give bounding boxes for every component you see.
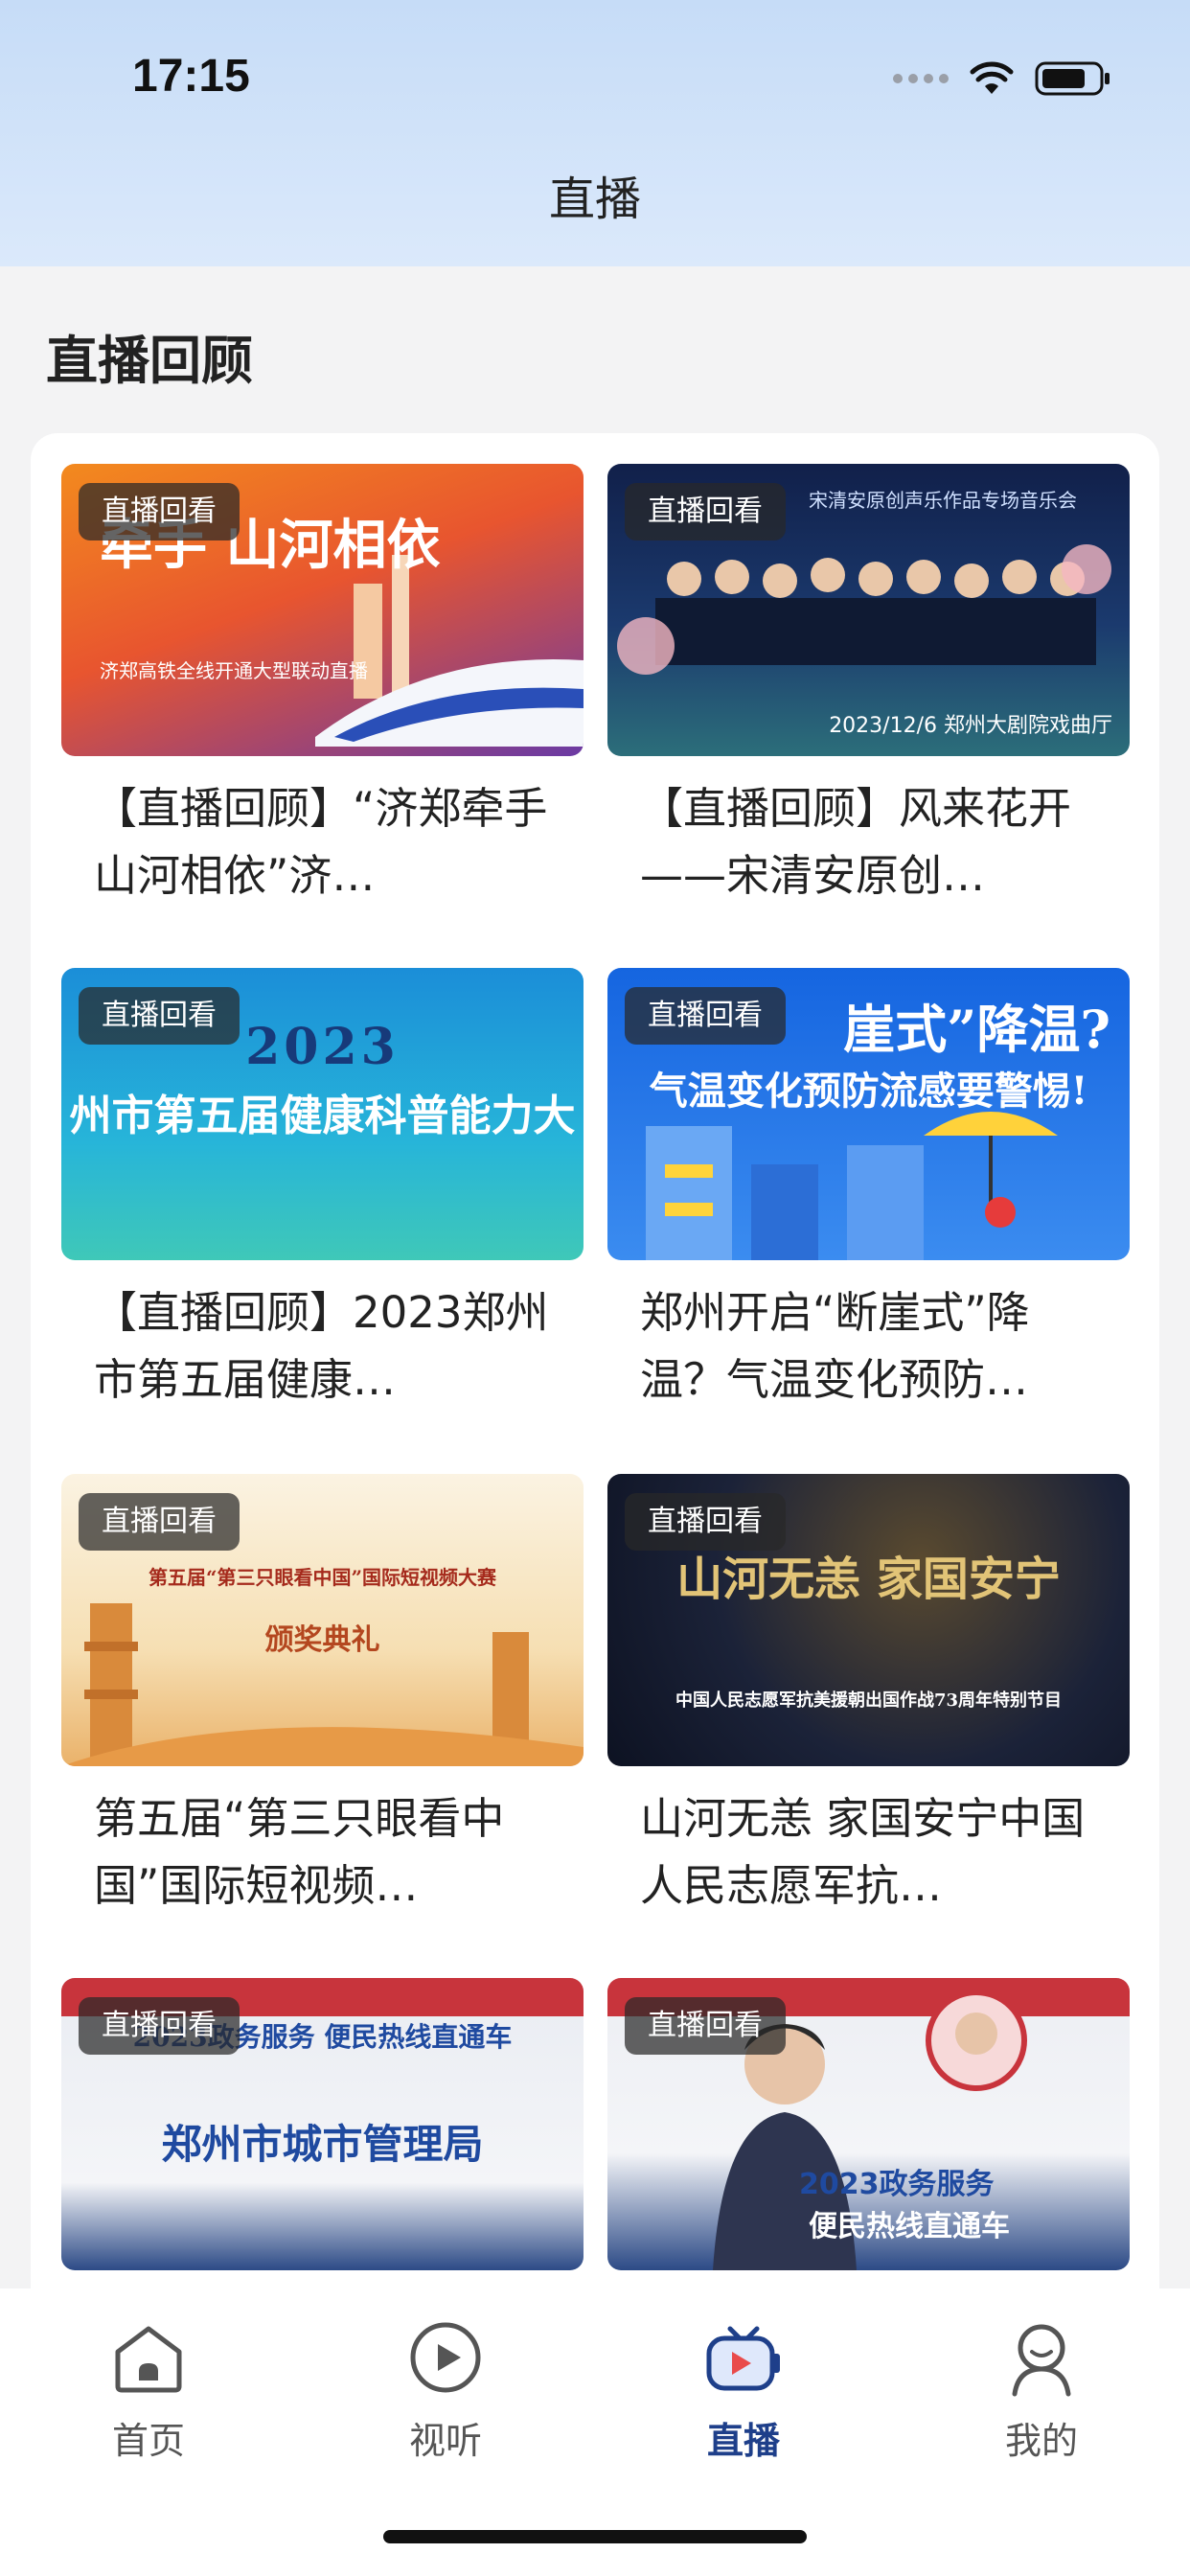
thumbnail-art-text: 郑州市城市管理局: [161, 2121, 484, 2168]
replay-card[interactable]: 2023 州市第五届健康科普能力大 直播回看 【直播回顾】2023郑州市第五届健…: [61, 968, 584, 1414]
replay-badge: 直播回看: [625, 1997, 786, 2055]
page-title: 直播: [548, 172, 641, 226]
replay-thumbnail: 2023政务服务 便民热线直通车 郑州市城市管理局 直播回看: [61, 1978, 584, 2270]
wifi-icon: [970, 61, 1014, 94]
replay-badge: 直播回看: [625, 1493, 786, 1551]
replay-badge: 直播回看: [79, 483, 240, 540]
replay-card[interactable]: 山河无恙 家国安宁 中国人民志愿军抗美援朝出国作战73周年特别节目 直播回看 山…: [607, 1474, 1130, 1920]
thumbnail-art-subtext: 气温变化预防流感要警惕!: [649, 1069, 1088, 1114]
tab-label: 直播: [706, 2420, 780, 2462]
thumbnail-art-text: 第五届“第三只眼看中国”国际短视频大赛: [148, 1566, 496, 1589]
replay-thumbnail: 宋清安原创声乐作品专场音乐会 2023/12/6 郑州大剧院戏曲厅 直播回看: [607, 464, 1130, 756]
home-indicator: [383, 2530, 807, 2543]
replay-card[interactable]: 宋清安原创声乐作品专场音乐会 2023/12/6 郑州大剧院戏曲厅 直播回看 【…: [607, 464, 1130, 909]
tab-label: 首页: [111, 2420, 185, 2462]
replay-title: 郑州开启“断崖式”降温？气温变化预防…: [640, 1287, 1030, 1405]
performers-illustration: [617, 544, 1111, 675]
battery-icon: [1035, 61, 1110, 96]
replay-thumbnail: 牵手 山河相依 济郑高铁全线开通大型联动直播 直播回看: [61, 464, 584, 756]
replay-badge: 直播回看: [79, 987, 240, 1045]
thumbnail-art-subtext: 州市第五届健康科普能力大: [69, 1092, 576, 1140]
tab-home[interactable]: 首页: [53, 2317, 244, 2464]
thumbnail-art-subtext: 济郑高铁全线开通大型联动直播: [100, 659, 368, 682]
replay-card[interactable]: 牵手 山河相依 济郑高铁全线开通大型联动直播 直播回看 【直播回顾】“济郑牵手 …: [61, 464, 584, 909]
replay-card[interactable]: 崖式”降温? 气温变化预防流感要警惕! 直播回看 郑州开启“断崖式”降温？气温变…: [607, 968, 1130, 1414]
section-title: 直播回顾: [46, 331, 253, 391]
profile-icon: [1012, 2324, 1071, 2397]
replay-title: 【直播回顾】2023郑州市第五届健康…: [94, 1287, 549, 1405]
cellular-signal-icon: [893, 74, 949, 83]
live-tv-icon: [706, 2326, 780, 2391]
replay-card[interactable]: 2023政务服务 便民热线直通车 郑州市城市管理局 直播回看: [61, 1978, 584, 2270]
replay-title: 【直播回顾】风来花开——宋清安原创…: [640, 783, 1072, 901]
avatar-portrait: [926, 1990, 1027, 2091]
replay-card[interactable]: 第五届“第三只眼看中国”国际短视频大赛 颁奖典礼 直播回看 第五届“第三只眼看中…: [61, 1474, 584, 1920]
replay-badge: 直播回看: [625, 987, 786, 1045]
replay-card[interactable]: 2023政务服务 便民热线直通车 直播回看: [607, 1978, 1130, 2270]
play-icon: [410, 2322, 481, 2393]
replay-thumbnail: 崖式”降温? 气温变化预防流感要警惕! 直播回看: [607, 968, 1130, 1260]
replay-grid: 牵手 山河相依 济郑高铁全线开通大型联动直播 直播回看 【直播回顾】“济郑牵手 …: [31, 433, 1159, 2350]
thumbnail-art-text: 崖式”降温?: [843, 999, 1110, 1060]
replay-thumbnail: 2023 州市第五届健康科普能力大 直播回看: [61, 968, 584, 1260]
tab-label: 视听: [408, 2420, 482, 2462]
replay-badge: 直播回看: [79, 1997, 240, 2055]
tab-profile[interactable]: 我的: [946, 2317, 1137, 2464]
thumbnail-art-subtext: 宋清安原创声乐作品专场音乐会: [809, 489, 1077, 512]
status-icons: [893, 59, 1111, 98]
status-time: 17:15: [132, 51, 250, 102]
thumbnail-art-subtext: 颁奖典礼: [264, 1623, 380, 1657]
tab-audio-video[interactable]: 视听: [350, 2317, 541, 2464]
thumbnail-art-subtext: 便民热线直通车: [809, 2210, 1010, 2243]
city-illustration: [646, 1112, 1058, 1260]
replay-thumbnail: 2023政务服务 便民热线直通车 直播回看: [607, 1978, 1130, 2270]
replay-title: 【直播回顾】“济郑牵手 山河相依”济…: [94, 783, 548, 901]
replay-badge: 直播回看: [625, 483, 786, 540]
replay-title: 第五届“第三只眼看中国”国际短视频…: [94, 1793, 505, 1911]
thumbnail-art-text: 山河无恙 家国安宁: [676, 1552, 1061, 1606]
tab-label: 我的: [1004, 2420, 1078, 2462]
header: 17:15 直播: [0, 0, 1190, 266]
thumbnail-art-subtext: 中国人民志愿军抗美援朝出国作战73周年特别节目: [675, 1690, 1063, 1711]
thumbnail-art-text: 2023政务服务: [799, 2168, 995, 2201]
thumbnail-art-text: 2023/12/6 郑州大剧院戏曲厅: [829, 714, 1112, 738]
replay-badge: 直播回看: [79, 1493, 240, 1551]
home-icon: [115, 2326, 182, 2393]
pagoda-illustration: [61, 1603, 584, 1766]
tab-live[interactable]: 直播: [648, 2317, 839, 2464]
replay-title: 山河无恙 家国安宁中国人民志愿军抗…: [640, 1793, 1086, 1911]
replay-thumbnail: 第五届“第三只眼看中国”国际短视频大赛 颁奖典礼 直播回看: [61, 1474, 584, 1766]
replay-thumbnail: 山河无恙 家国安宁 中国人民志愿军抗美援朝出国作战73周年特别节目 直播回看: [607, 1474, 1130, 1766]
